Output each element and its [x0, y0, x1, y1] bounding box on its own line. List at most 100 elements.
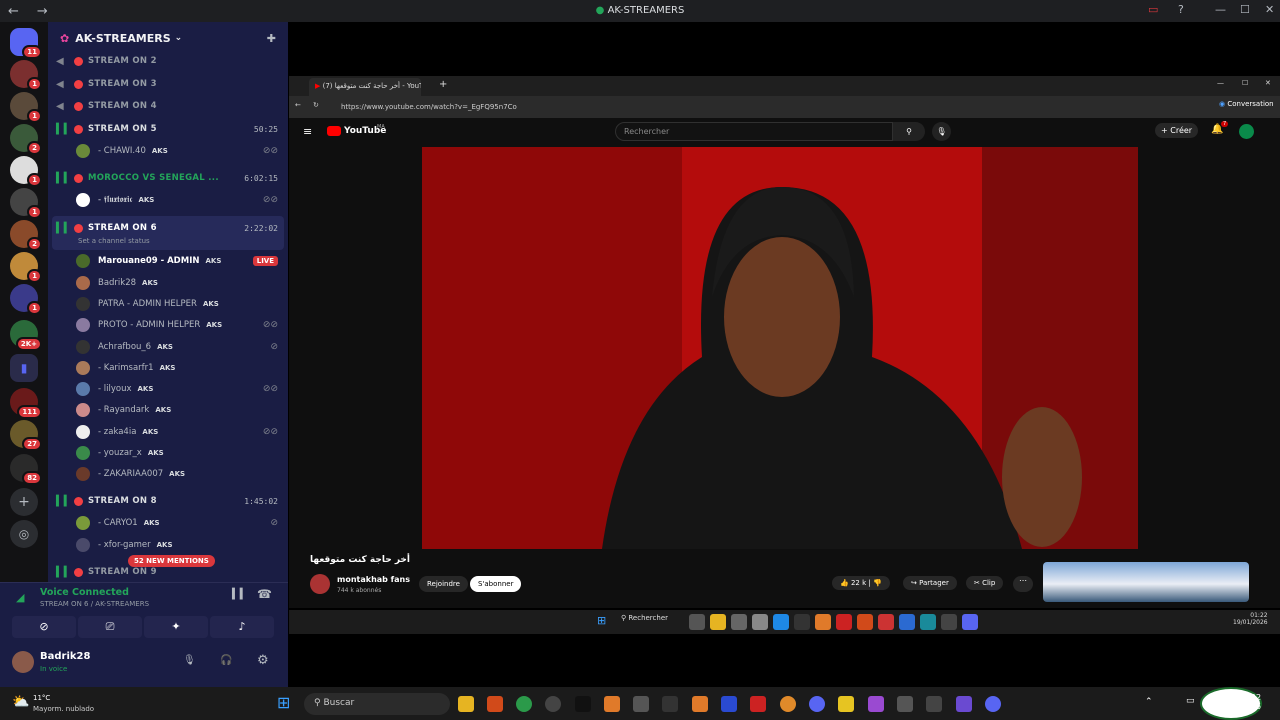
search-button[interactable]: ⚲ [893, 122, 925, 141]
voice-channel-path[interactable]: STREAM ON 6 / AK-STREAMERS [40, 600, 149, 608]
windows-start-icon[interactable]: ⊞ [597, 614, 606, 627]
microphone-icon[interactable]: 🎙 [183, 655, 196, 666]
app-icon[interactable] [815, 614, 831, 630]
app-icon[interactable] [920, 614, 936, 630]
recommended-thumbnail[interactable] [1043, 562, 1249, 602]
signal-icon[interactable]: ◢ [16, 591, 24, 604]
server-icon[interactable]: 1 [10, 284, 42, 315]
app-icon[interactable] [868, 696, 884, 712]
brave-icon[interactable] [487, 696, 503, 712]
voice-user[interactable]: - Rayandark AKS [76, 400, 282, 420]
new-mentions-pill[interactable]: 52 NEW MENTIONS [128, 555, 215, 567]
server-header[interactable]: ✿ AK-STREAMERS ⌄ ✚ [48, 22, 288, 54]
discord-home-icon[interactable]: 11 [10, 28, 42, 59]
server-icon[interactable]: 1 [10, 60, 42, 91]
address-bar[interactable]: https://www.youtube.com/watch?v=_EgFQ95n… [333, 99, 1053, 115]
chevron-up-icon[interactable]: ⌃ [1145, 697, 1153, 707]
app-icon[interactable] [926, 696, 942, 712]
app-icon[interactable] [794, 614, 810, 630]
app-icon[interactable] [836, 614, 852, 630]
voice-channel[interactable]: ◀ STREAM ON 3 [56, 74, 282, 94]
windows-start-icon[interactable]: ⊞ [277, 693, 290, 712]
soundboard-icon[interactable]: ▍▍ [232, 589, 247, 600]
new-tab-icon[interactable]: + [439, 79, 447, 90]
taskbar-search[interactable]: ⚲ Buscar [304, 693, 450, 715]
server-icon[interactable]: 1 [10, 188, 42, 219]
app-icon[interactable] [941, 614, 957, 630]
folder-icon[interactable]: ▮ [10, 354, 38, 382]
tiktok-icon[interactable] [575, 696, 591, 712]
server-icon[interactable]: 2 [10, 124, 42, 155]
brave-icon[interactable] [857, 614, 873, 630]
app-icon[interactable] [604, 696, 620, 712]
server-icon[interactable]: 82 [10, 454, 42, 485]
app-icon[interactable] [752, 614, 768, 630]
inner-clock[interactable]: 01:22 19/01/2026 [1233, 612, 1268, 626]
voice-user[interactable]: - CHAWI.40 AKS ⊘⊘ [76, 141, 282, 161]
youtube-logo-icon[interactable] [327, 126, 341, 136]
app-icon[interactable] [545, 696, 561, 712]
avatar[interactable] [1239, 124, 1254, 139]
disconnect-icon[interactable]: ☎ [257, 587, 272, 601]
server-icon[interactable]: 1 [10, 156, 42, 187]
server-icon[interactable]: 1 [10, 92, 42, 123]
voice-user[interactable]: - zaka4ia AKS ⊘⊘ [76, 422, 282, 442]
app-icon[interactable] [750, 696, 766, 712]
browser-tab[interactable]: ▶ (7) أخر حاجة كنت متوقعها - YouTube [309, 78, 421, 96]
app-icon[interactable] [897, 696, 913, 712]
voice-user[interactable]: - 𝖋𝖑𝖚𝖝𝖙𝖔𝖝𝖎𝖈 AKS ⊘⊘ [76, 190, 282, 210]
maximize-button[interactable]: ☐ [1240, 3, 1250, 16]
voice-user[interactable]: - Karimsarfr1 AKS [76, 358, 282, 378]
channel-name[interactable]: montakhab fans [337, 575, 410, 584]
help-icon[interactable]: ? [1178, 3, 1184, 16]
app-icon[interactable] [689, 614, 705, 630]
channel-status[interactable]: Set a channel status [78, 237, 150, 245]
folder-icon[interactable] [710, 614, 726, 630]
server-icon[interactable]: 27 [10, 420, 42, 451]
refresh-icon[interactable]: ↻ [313, 101, 319, 109]
display-icon[interactable]: ▭ [1186, 696, 1195, 706]
temperature[interactable]: 11°C [33, 694, 50, 702]
share-button[interactable]: ↪ Partager [903, 576, 957, 590]
weather-icon[interactable]: ⛅ [12, 694, 29, 710]
server-icon[interactable]: 111 [10, 388, 42, 419]
voice-channel[interactable]: ▍▍ STREAM ON 8 1:45:02 [56, 491, 282, 511]
more-options-icon[interactable]: ⋯ [1013, 576, 1033, 592]
voice-user[interactable]: Marouane09 - ADMIN AKS LIVE [76, 251, 282, 271]
conversation-button[interactable]: ◉ Conversation [1219, 100, 1274, 108]
voice-connected-label[interactable]: Voice Connected [40, 587, 129, 598]
inbox-icon[interactable]: ▭ [1148, 3, 1158, 16]
avatar[interactable] [12, 651, 34, 673]
file-explorer-icon[interactable] [458, 696, 474, 712]
app-icon[interactable] [899, 614, 915, 630]
discord-icon[interactable] [809, 696, 825, 712]
voice-user[interactable]: - ZAKARIAA007 AKS [76, 464, 282, 484]
forward-arrow-icon[interactable]: → [37, 4, 48, 19]
video-player[interactable] [422, 147, 1138, 549]
like-button[interactable]: 👍 22 k | 👎 [832, 576, 890, 590]
server-icon[interactable]: 1 [10, 252, 42, 283]
microphone-icon[interactable]: 🎙 [932, 122, 951, 141]
close-button[interactable]: ✕ [1265, 79, 1271, 87]
terminal-icon[interactable] [662, 696, 678, 712]
discover-icon[interactable]: ◎ [10, 520, 38, 548]
server-icon[interactable]: 2K+ [10, 320, 42, 351]
app-icon[interactable] [780, 696, 796, 712]
voice-user[interactable]: PROTO - ADMIN HELPER AKS ⊘⊘ [76, 315, 282, 335]
voice-user[interactable]: Badrik28 AKS [76, 273, 282, 293]
voice-channel[interactable]: ◀ STREAM ON 4 [56, 96, 282, 116]
create-button[interactable]: + Créer [1155, 123, 1199, 138]
menu-icon[interactable]: ≡ [303, 125, 312, 138]
settings-gear-icon[interactable]: ⚙ [257, 653, 269, 668]
avatar[interactable] [310, 574, 330, 594]
join-button[interactable]: Rejoindre [419, 576, 468, 592]
username[interactable]: Badrik28 [40, 651, 90, 662]
app-icon[interactable] [878, 614, 894, 630]
activities-button[interactable]: ✦ [144, 616, 208, 638]
camera-off-button[interactable]: ⊘ [12, 616, 76, 638]
discord-icon[interactable] [985, 696, 1001, 712]
clock[interactable]: 1:22 1/01/2026 [1220, 693, 1261, 711]
voice-user[interactable]: Achrafbou_6 AKS ⊘ [76, 337, 282, 357]
back-arrow-icon[interactable]: ← [295, 101, 301, 109]
soundboard-button[interactable]: ♪ [210, 616, 274, 638]
